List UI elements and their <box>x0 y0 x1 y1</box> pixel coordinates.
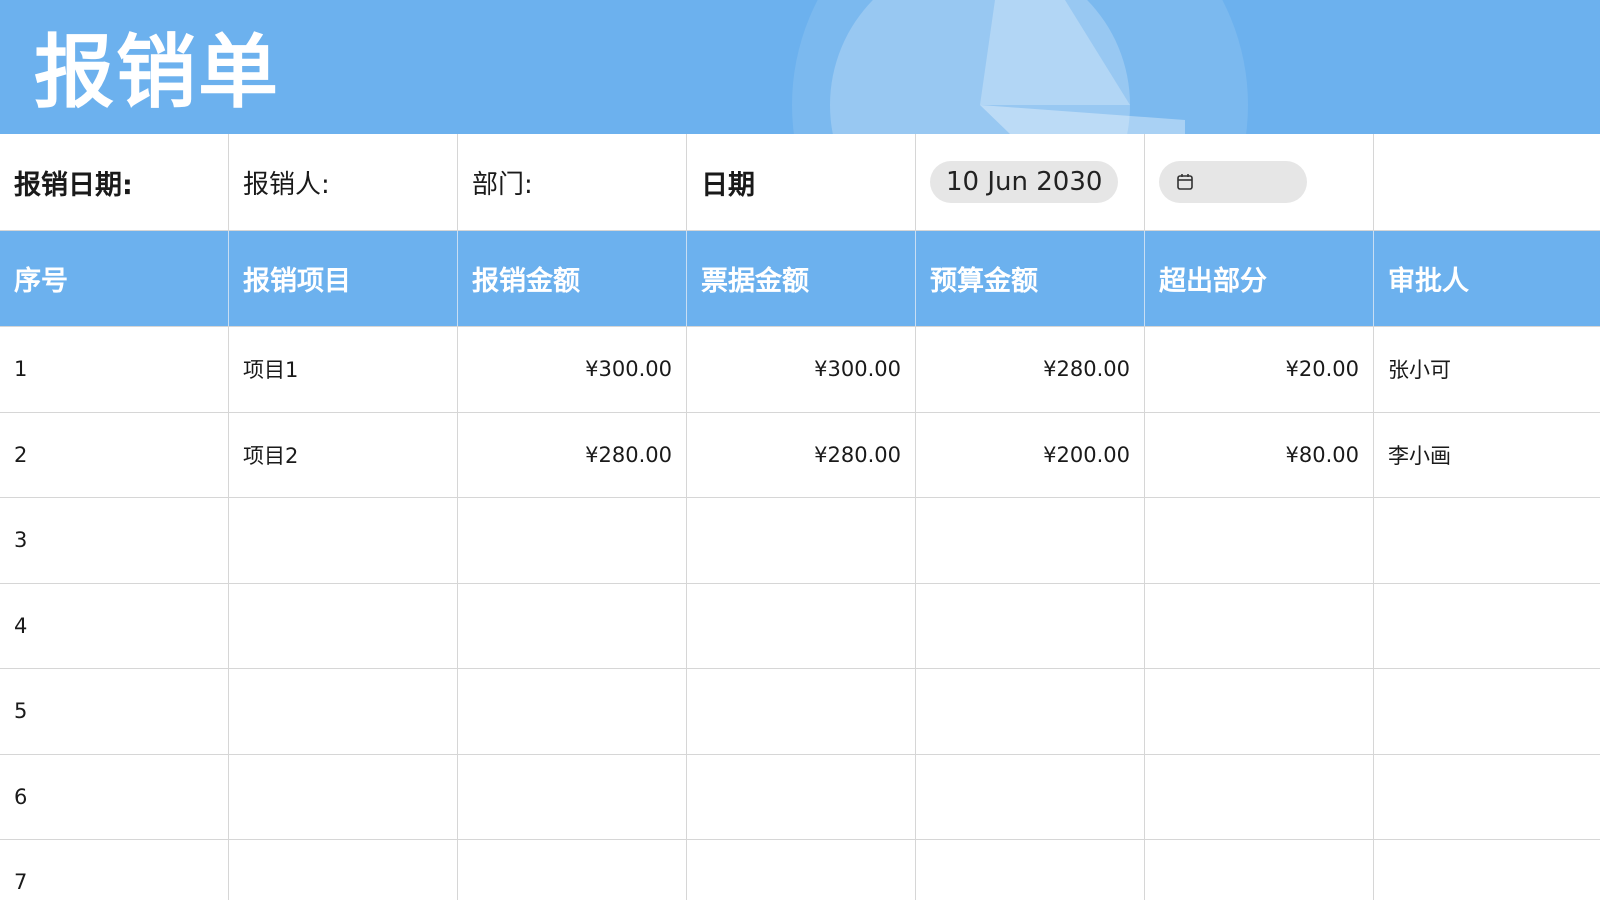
cell-index[interactable]: 5 <box>0 669 229 754</box>
cell-approver[interactable] <box>1374 498 1600 583</box>
cell-budget-amount[interactable] <box>916 840 1145 900</box>
cell-excess[interactable]: ¥80.00 <box>1145 412 1374 497</box>
cell-claim-amount[interactable] <box>458 754 687 839</box>
header-index: 序号 <box>0 231 229 326</box>
reimburser-label[interactable]: 报销人: <box>229 134 458 230</box>
info-empty-cell[interactable] <box>1374 134 1600 230</box>
cell-claim-amount[interactable] <box>458 583 687 668</box>
cell-excess[interactable] <box>1145 583 1374 668</box>
cell-claim-amount[interactable] <box>458 669 687 754</box>
cell-index[interactable]: 7 <box>0 840 229 900</box>
reimburse-date-label: 报销日期: <box>0 134 229 230</box>
page-title: 报销单 <box>34 25 280 119</box>
cell-approver[interactable] <box>1374 584 1600 669</box>
table-row: 1 项目1 ¥300.00 ¥300.00 ¥280.00 ¥20.00 张小可 <box>0 327 1600 413</box>
cell-budget-amount[interactable] <box>916 583 1145 668</box>
cell-item[interactable] <box>229 669 458 754</box>
date-picker-chip[interactable] <box>1159 161 1307 203</box>
cell-receipt-amount[interactable] <box>687 840 916 900</box>
cell-excess[interactable]: ¥20.00 <box>1145 327 1374 412</box>
header-claim-amount: 报销金额 <box>458 231 687 326</box>
cell-budget-amount[interactable] <box>916 669 1145 754</box>
table-row: 2 项目2 ¥280.00 ¥280.00 ¥200.00 ¥80.00 李小画 <box>0 412 1600 498</box>
cell-claim-amount[interactable] <box>458 840 687 900</box>
cell-budget-amount[interactable] <box>916 498 1145 583</box>
cell-receipt-amount[interactable] <box>687 669 916 754</box>
cell-item[interactable]: 项目2 <box>229 412 458 497</box>
date-cell: 10 Jun 2030 <box>916 134 1145 230</box>
cell-approver[interactable] <box>1374 669 1600 754</box>
cell-item[interactable] <box>229 754 458 839</box>
cell-item[interactable]: 项目1 <box>229 327 458 412</box>
table-header: 序号 报销项目 报销金额 票据金额 预算金额 超出部分 审批人 <box>0 231 1600 327</box>
date-label: 日期 <box>687 134 916 230</box>
cell-index[interactable]: 1 <box>0 327 229 412</box>
cell-item[interactable] <box>229 840 458 900</box>
cell-excess[interactable] <box>1145 498 1374 583</box>
table-row: 6 <box>0 754 1600 840</box>
table-row: 4 <box>0 583 1600 669</box>
header-budget-amount: 预算金额 <box>916 231 1145 326</box>
cell-item[interactable] <box>229 583 458 668</box>
cell-item[interactable] <box>229 498 458 583</box>
calendar-icon <box>1177 174 1193 190</box>
cell-claim-amount[interactable]: ¥280.00 <box>458 412 687 497</box>
header-approver: 审批人 <box>1388 266 1469 297</box>
header-receipt-amount: 票据金额 <box>687 231 916 326</box>
table-row: 5 <box>0 669 1600 755</box>
cell-index[interactable]: 3 <box>0 498 229 583</box>
cell-receipt-amount[interactable]: ¥300.00 <box>687 327 916 412</box>
header-item: 报销项目 <box>229 231 458 326</box>
empty-date-cell <box>1145 134 1374 230</box>
cell-excess[interactable] <box>1145 754 1374 839</box>
cell-claim-amount[interactable] <box>458 498 687 583</box>
cell-index[interactable]: 6 <box>0 754 229 839</box>
cell-receipt-amount[interactable] <box>687 754 916 839</box>
cell-excess[interactable] <box>1145 840 1374 900</box>
info-row: 报销日期: 报销人: 部门: 日期 10 Jun 2030 <box>0 134 1600 231</box>
date-chip[interactable]: 10 Jun 2030 <box>930 161 1119 203</box>
cell-claim-amount[interactable]: ¥300.00 <box>458 327 687 412</box>
department-label[interactable]: 部门: <box>458 134 687 230</box>
cell-approver[interactable]: 李小画 <box>1374 413 1600 498</box>
header-excess: 超出部分 <box>1145 231 1374 326</box>
cell-receipt-amount[interactable] <box>687 583 916 668</box>
cell-budget-amount[interactable]: ¥280.00 <box>916 327 1145 412</box>
cell-approver[interactable] <box>1374 755 1600 840</box>
cell-excess[interactable] <box>1145 669 1374 754</box>
cell-index[interactable]: 2 <box>0 412 229 497</box>
table-row: 7 <box>0 840 1600 900</box>
cell-receipt-amount[interactable]: ¥280.00 <box>687 412 916 497</box>
cell-budget-amount[interactable] <box>916 754 1145 839</box>
table-row: 3 <box>0 498 1600 584</box>
header-banner: 报销单 <box>0 0 1600 134</box>
cell-approver[interactable] <box>1374 840 1600 900</box>
cell-receipt-amount[interactable] <box>687 498 916 583</box>
cell-budget-amount[interactable]: ¥200.00 <box>916 412 1145 497</box>
reimbursement-table: 报销日期: 报销人: 部门: 日期 10 Jun 2030 序号 报销项目 报销… <box>0 134 1600 900</box>
cell-index[interactable]: 4 <box>0 583 229 668</box>
cell-approver[interactable]: 张小可 <box>1374 327 1600 412</box>
